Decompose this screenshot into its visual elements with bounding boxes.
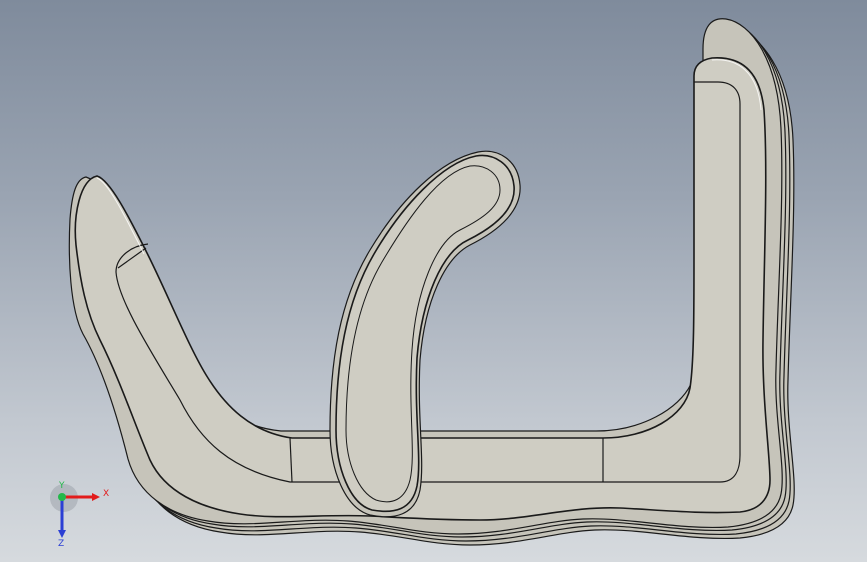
x-axis-head — [92, 493, 100, 501]
coordinate-triad: X Y Z — [44, 478, 114, 549]
part-model[interactable] — [0, 0, 867, 562]
z-axis-label: Z — [58, 539, 64, 548]
x-axis-label: X — [103, 489, 109, 499]
y-axis-dot — [58, 493, 66, 501]
z-axis-head — [58, 530, 66, 538]
graphics-viewport[interactable]: X Y Z — [0, 0, 867, 562]
y-axis-label: Y — [58, 481, 65, 491]
